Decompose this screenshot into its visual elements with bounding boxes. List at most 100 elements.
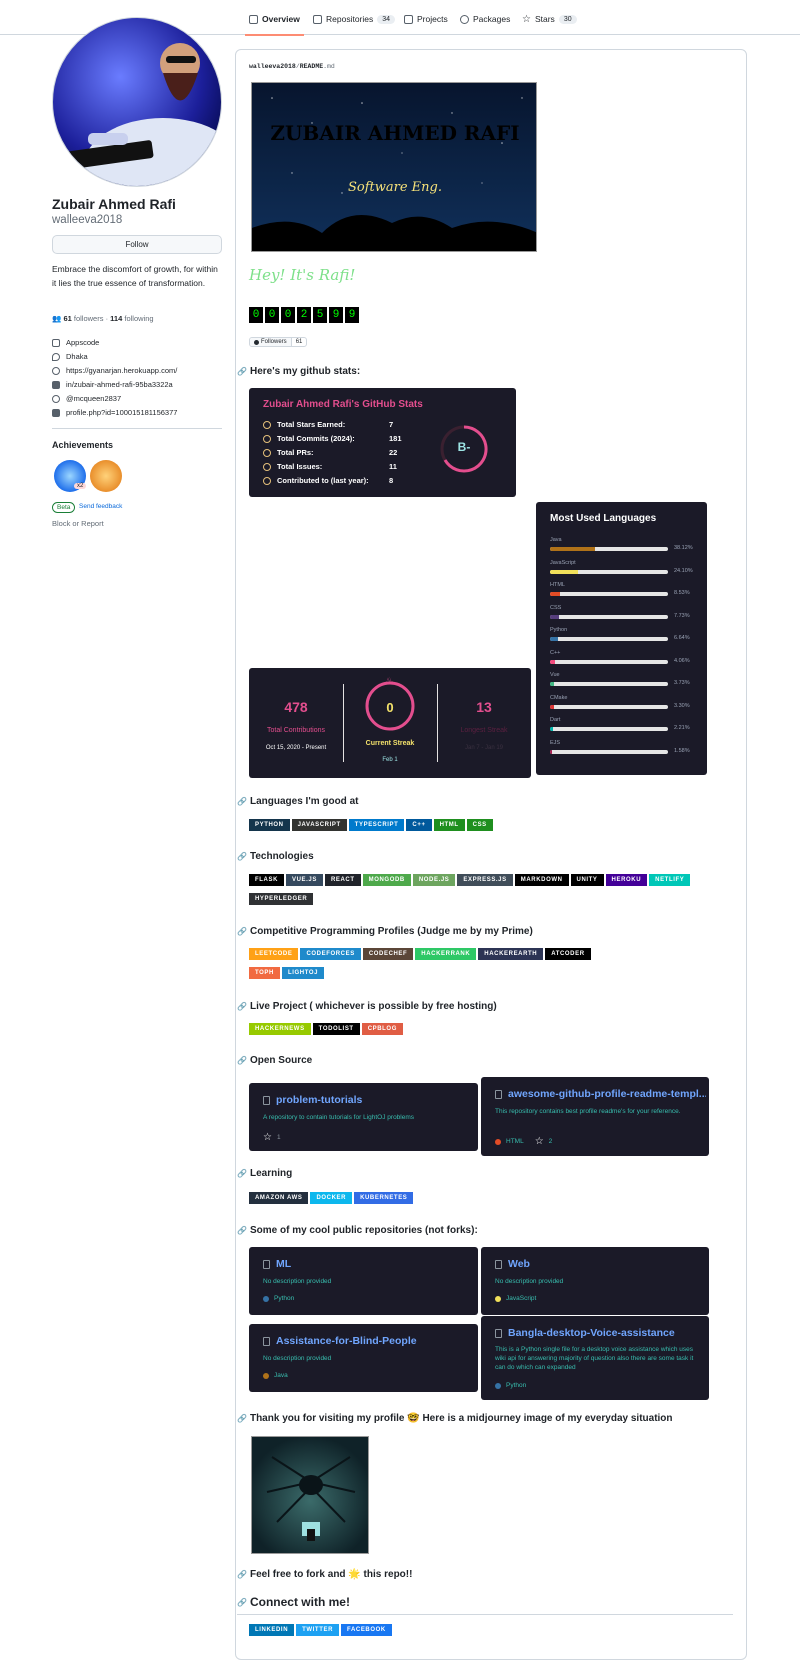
profile-name: Zubair Ahmed Rafi [52,196,176,212]
anchor-link-icon[interactable]: 🔗 [237,1002,247,1011]
repo-title[interactable]: Assistance-for-Blind-People [276,1335,417,1347]
heading-learning: 🔗 Learning [237,1168,293,1179]
language-bar [550,614,668,619]
anchor-link-icon[interactable]: 🔗 [237,1169,247,1178]
website-item[interactable]: https://gyanarjan.herokuapp.com/ [52,366,177,375]
facebook-item[interactable]: profile.php?id=100015181156377 [52,408,177,417]
hyperledger-badge[interactable]: HYPERLEDGER [249,893,314,905]
amazon-aws-badge[interactable]: AMAZON AWS [249,1192,309,1204]
anchor-link-icon[interactable]: 🔗 [237,1414,247,1423]
codechef-badge[interactable]: CODECHEF [362,948,414,960]
linkedin-item[interactable]: in/zubair-ahmed-rafi-95ba3322a [52,380,173,389]
tab-overview[interactable]: Overview [245,10,304,36]
twitter-item[interactable]: @mcqueen2837 [52,394,121,403]
css-badge[interactable]: CSS [466,819,493,831]
typescript-badge[interactable]: TYPESCRIPT [348,819,405,831]
mongodb-badge[interactable]: MONGODB [362,874,411,886]
anchor-link-icon[interactable]: 🔗 [237,1570,247,1579]
codeforces-badge[interactable]: CODEFORCES [300,948,361,960]
followers-badge[interactable]: Followers 61 [249,337,308,347]
tab-repositories[interactable]: Repositories 34 [313,10,396,28]
tab-packages[interactable]: Packages [460,10,510,28]
python-badge[interactable]: PYTHON [249,819,290,831]
cpblog-badge[interactable]: CPBLOG [361,1023,403,1035]
repo-card[interactable]: Bangla-desktop-Voice-assistance This is … [481,1316,709,1400]
repo-card[interactable]: Web No description provided JavaScript [481,1247,709,1315]
avatar[interactable] [52,17,222,187]
star-icon: ☆ [522,13,531,25]
following-label[interactable]: following [124,314,153,323]
vue-js-badge[interactable]: VUE.JS [286,874,323,886]
language-bar-fill [550,704,554,709]
express-js-badge[interactable]: EXPRESS.JS [457,874,513,886]
counter-digit: 0 [265,307,279,323]
react-badge[interactable]: REACT [324,874,361,886]
twitter-icon [52,394,60,403]
language-bar [550,569,668,574]
kubernetes-badge[interactable]: KUBERNETES [354,1192,414,1204]
language-name: C++ [550,649,561,656]
hackerrank-badge[interactable]: HACKERRANK [415,948,477,960]
facebook-badge[interactable]: FACEBOOK [341,1624,392,1636]
node-js-badge[interactable]: NODE.JS [412,874,456,886]
current-streak: 0 [386,700,394,715]
atcoder-badge[interactable]: ATCODER [545,948,591,960]
linkedin-badge[interactable]: LINKEDIN [249,1624,295,1636]
banner-subtitle: Software Eng. [347,180,442,195]
anchor-link-icon[interactable]: 🔗 [237,852,247,861]
cp-badges: LEETCODE CODEFORCES CODECHEF HACKERRANK HACK… [249,948,619,979]
language-bar-fill [550,592,561,596]
repo-card[interactable]: Assistance-for-Blind-People No descripti… [249,1324,478,1392]
repo-language: Java [263,1372,288,1379]
repo-card[interactable]: problem-tutorials A repository to contai… [249,1083,478,1151]
language-bar-fill [550,614,560,619]
unity-badge[interactable]: UNITY [570,874,604,886]
repo-title[interactable]: Bangla-desktop-Voice-assistance [508,1327,675,1339]
language-percent: 2.21% [674,725,690,731]
hackerearth-badge[interactable]: HACKEREARTH [478,948,544,960]
anchor-link-icon[interactable]: 🔗 [237,1598,247,1607]
html-badge[interactable]: HTML [433,819,465,831]
achievements-title[interactable]: Achievements [52,440,113,450]
tab-stars[interactable]: ☆ Stars 30 [522,10,577,28]
repo-title[interactable]: ML [276,1258,291,1270]
netlify-badge[interactable]: NETLIFY [649,874,691,886]
anchor-link-icon[interactable]: 🔗 [237,1056,247,1065]
followers-count[interactable]: 61 [63,314,71,323]
todolist-badge[interactable]: TODOLIST [312,1023,360,1035]
language-name: CMake [550,694,568,701]
followers-label[interactable]: followers [74,314,104,323]
heroku-badge[interactable]: HEROKU [605,874,648,886]
repo-title[interactable]: problem-tutorials [276,1094,362,1106]
twitter-badge[interactable]: TWITTER [296,1624,340,1636]
anchor-link-icon[interactable]: 🔗 [237,797,247,806]
markdown-badge[interactable]: MARKDOWN [514,874,569,886]
language-row: HTML 8.53% [550,582,700,596]
docker-badge[interactable]: DOCKER [310,1192,353,1204]
leetcode-badge[interactable]: LEETCODE [249,948,299,960]
following-count[interactable]: 114 [110,314,122,323]
javascript-badge[interactable]: JAVASCRIPT [291,819,347,831]
hackernews-badge[interactable]: HACKERNEWS [249,1023,311,1035]
flask-badge[interactable]: FLASK [249,874,284,886]
yolo-badge[interactable] [90,460,122,492]
repo-card[interactable]: ML No description provided Python [249,1247,478,1315]
readme-path: walleeva2018/README.md [249,63,335,70]
c--badge[interactable]: C++ [406,819,432,831]
star-icon [263,420,271,429]
tab-projects[interactable]: Projects [404,10,448,28]
language-name: Python [550,627,568,633]
toph-badge[interactable]: TOPH [249,967,280,979]
repo-icon [263,476,271,485]
repo-card[interactable]: awesome-github-profile-readme-templ... T… [481,1077,709,1156]
stat-row: Total Commits (2024): 181 [263,434,402,443]
lightoj-badge[interactable]: LIGHTOJ [281,967,325,979]
repo-title[interactable]: Web [508,1258,530,1270]
anchor-link-icon[interactable]: 🔗 [237,1226,247,1235]
anchor-link-icon[interactable]: 🔗 [237,367,247,376]
anchor-link-icon[interactable]: 🔗 [237,927,247,936]
repo-title[interactable]: awesome-github-profile-readme-templ... [508,1088,706,1100]
block-report-link[interactable]: Block or Report [52,519,104,528]
follow-button[interactable]: Follow [52,235,222,254]
send-feedback-link[interactable]: Send feedback [79,503,122,510]
